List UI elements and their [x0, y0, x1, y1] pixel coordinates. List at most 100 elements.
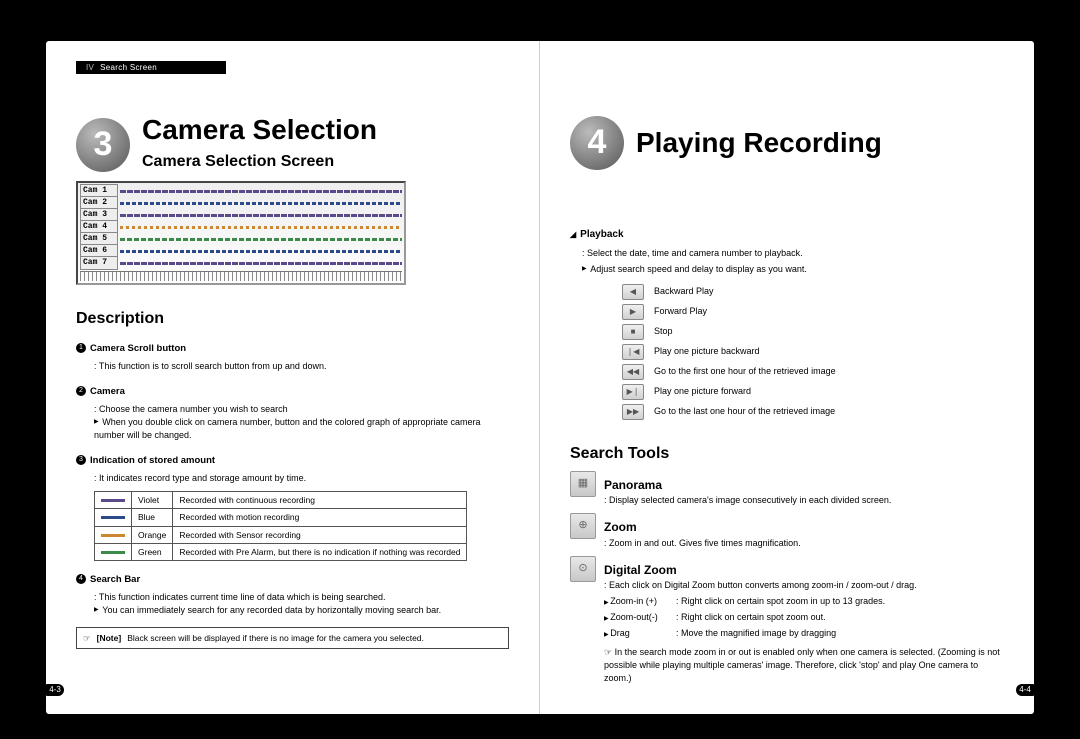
- legend-desc: Recorded with Pre Alarm, but there is no…: [173, 543, 467, 560]
- playback-button-label: Play one picture backward: [654, 345, 760, 358]
- tool-panorama: ▦ Panorama : Display selected camera's i…: [570, 471, 1004, 507]
- legend-color-name: Blue: [132, 509, 173, 526]
- playback-button-label: Forward Play: [654, 305, 707, 318]
- camera-row: Cam 5: [80, 233, 402, 245]
- digital-zoom-line: DragMove the magnified image by dragging: [604, 627, 1004, 640]
- callout-3: 3: [76, 455, 86, 465]
- section-header-4: 4 Playing Recording: [570, 116, 1004, 170]
- desc-4-arrow: You can immediately search for any recor…: [94, 604, 509, 617]
- camera-graph: [120, 249, 402, 254]
- playback-arrow: Adjust search speed and delay to display…: [582, 263, 1004, 276]
- section-number-badge: 4: [570, 116, 624, 170]
- header-title: Search Screen: [100, 62, 157, 74]
- playback-button-label: Go to the last one hour of the retrieved…: [654, 405, 835, 418]
- playback-button-label: Play one picture forward: [654, 385, 751, 398]
- color-swatch: [101, 551, 125, 554]
- section-subtitle: Camera Selection Screen: [142, 150, 377, 173]
- camera-selection-screenshot: Cam 1Cam 2Cam 3Cam 4Cam 5Cam 6Cam 7: [76, 181, 406, 285]
- legend-row: OrangeRecorded with Sensor recording: [95, 526, 467, 543]
- camera-label: Cam 7: [80, 256, 118, 270]
- playback-control-row: ◀ Backward Play: [582, 284, 1004, 300]
- playback-button[interactable]: ◀: [622, 284, 644, 300]
- legend-row: BlueRecorded with motion recording: [95, 509, 467, 526]
- desc-1-head: Camera Scroll button: [90, 342, 509, 356]
- left-page: IV Search Screen 3 Camera Selection Came…: [46, 41, 540, 714]
- legend-row: VioletRecorded with continuous recording: [95, 491, 467, 508]
- playback-button[interactable]: ◀◀: [622, 364, 644, 380]
- camera-row: Cam 7: [80, 257, 402, 269]
- desc-2-head: Camera: [90, 385, 509, 399]
- playback-button[interactable]: ❘◀: [622, 344, 644, 360]
- header-roman: IV: [86, 62, 94, 74]
- zoom-line-value: Right click on certain spot zoom in up t…: [676, 595, 885, 608]
- search-tools-heading: Search Tools: [570, 442, 1004, 465]
- playback-button[interactable]: ▶❘: [622, 384, 644, 400]
- playback-button-label: Stop: [654, 325, 673, 338]
- legend-row: GreenRecorded with Pre Alarm, but there …: [95, 543, 467, 560]
- panorama-heading: Panorama: [604, 477, 1004, 494]
- playback-control-row: ◀◀ Go to the first one hour of the retrie…: [582, 364, 1004, 380]
- playback-button[interactable]: ▶: [622, 304, 644, 320]
- color-swatch: [101, 534, 125, 537]
- tool-digital-zoom: ⊙ Digital Zoom : Each click on Digital Z…: [570, 556, 1004, 686]
- camera-row: Cam 3: [80, 209, 402, 221]
- desc-item-2: 2 Camera Choose the camera number you wi…: [76, 385, 509, 442]
- camera-row: Cam 2: [80, 197, 402, 209]
- legend-color-name: Violet: [132, 491, 173, 508]
- desc-3-head: Indication of stored amount: [90, 454, 509, 468]
- note-tag: [Note]: [97, 632, 122, 644]
- camera-row: Cam 4: [80, 221, 402, 233]
- camera-graph: [120, 213, 402, 218]
- desc-1-text: This function is to scroll search button…: [94, 360, 509, 373]
- digital-zoom-heading: Digital Zoom: [604, 562, 1004, 579]
- zoom-line-value: Right click on certain spot zoom out.: [676, 611, 826, 624]
- zoom-icon: ⊕: [570, 513, 596, 539]
- playback-control-row: ▶ Forward Play: [582, 304, 1004, 320]
- digital-zoom-icon: ⊙: [570, 556, 596, 582]
- desc-item-4: 4 Search Bar This function indicates cur…: [76, 573, 509, 617]
- color-swatch: [101, 516, 125, 519]
- playback-button-label: Go to the first one hour of the retrieve…: [654, 365, 836, 378]
- right-page: 4 Playing Recording Playback : Select th…: [540, 41, 1034, 714]
- note-text: Black screen will be displayed if there …: [127, 632, 424, 644]
- timeline-ruler: [80, 271, 402, 281]
- desc-4-head: Search Bar: [90, 573, 509, 587]
- playback-control-row: ❘◀ Play one picture backward: [582, 344, 1004, 360]
- zoom-heading: Zoom: [604, 519, 1004, 536]
- page-number-left: 4-3: [46, 684, 64, 696]
- camera-graph: [120, 189, 402, 194]
- playback-control-row: ▶▶ Go to the last one hour of the retriev…: [582, 404, 1004, 420]
- camera-graph: [120, 225, 402, 230]
- playback-heading: Playback: [570, 228, 1004, 243]
- playback-body: : Select the date, time and camera numbe…: [570, 247, 1004, 420]
- zoom-line-value: Move the magnified image by dragging: [676, 627, 836, 640]
- digital-zoom-note: In the search mode zoom in or out is ena…: [604, 646, 1004, 685]
- desc-item-3: 3 Indication of stored amount It indicat…: [76, 454, 509, 561]
- desc-item-1: 1 Camera Scroll button This function is …: [76, 342, 509, 373]
- section-header-3: 3 Camera Selection Camera Selection Scre…: [76, 116, 509, 173]
- playback-button-label: Backward Play: [654, 285, 714, 298]
- note-pointer-icon: [83, 632, 91, 644]
- camera-graph: [120, 201, 402, 206]
- camera-row: Cam 6: [80, 245, 402, 257]
- panorama-icon: ▦: [570, 471, 596, 497]
- header-bar: IV Search Screen: [76, 61, 226, 74]
- camera-row: Cam 1: [80, 185, 402, 197]
- desc-3-text: It indicates record type and storage amo…: [94, 472, 509, 485]
- zoom-line-key: Drag: [604, 627, 676, 640]
- note-box: [Note] Black screen will be displayed if…: [76, 627, 509, 649]
- playback-control-row: ▶❘ Play one picture forward: [582, 384, 1004, 400]
- zoom-line-key: Zoom-in (+): [604, 595, 676, 608]
- playback-button[interactable]: ▶▶: [622, 404, 644, 420]
- zoom-line-key: Zoom-out(-): [604, 611, 676, 624]
- digital-zoom-line: Zoom-out(-)Right click on certain spot z…: [604, 611, 1004, 624]
- desc-2-arrow: When you double click on camera number, …: [94, 416, 509, 442]
- tool-zoom: ⊕ Zoom : Zoom in and out. Gives five tim…: [570, 513, 1004, 549]
- triangle-icon: [570, 228, 576, 243]
- playback-button[interactable]: ■: [622, 324, 644, 340]
- page-spread: IV Search Screen 3 Camera Selection Came…: [45, 40, 1035, 715]
- digital-zoom-line: Zoom-in (+)Right click on certain spot z…: [604, 595, 1004, 608]
- section-title: Playing Recording: [636, 129, 882, 157]
- color-swatch: [101, 499, 125, 502]
- camera-graph: [120, 261, 402, 266]
